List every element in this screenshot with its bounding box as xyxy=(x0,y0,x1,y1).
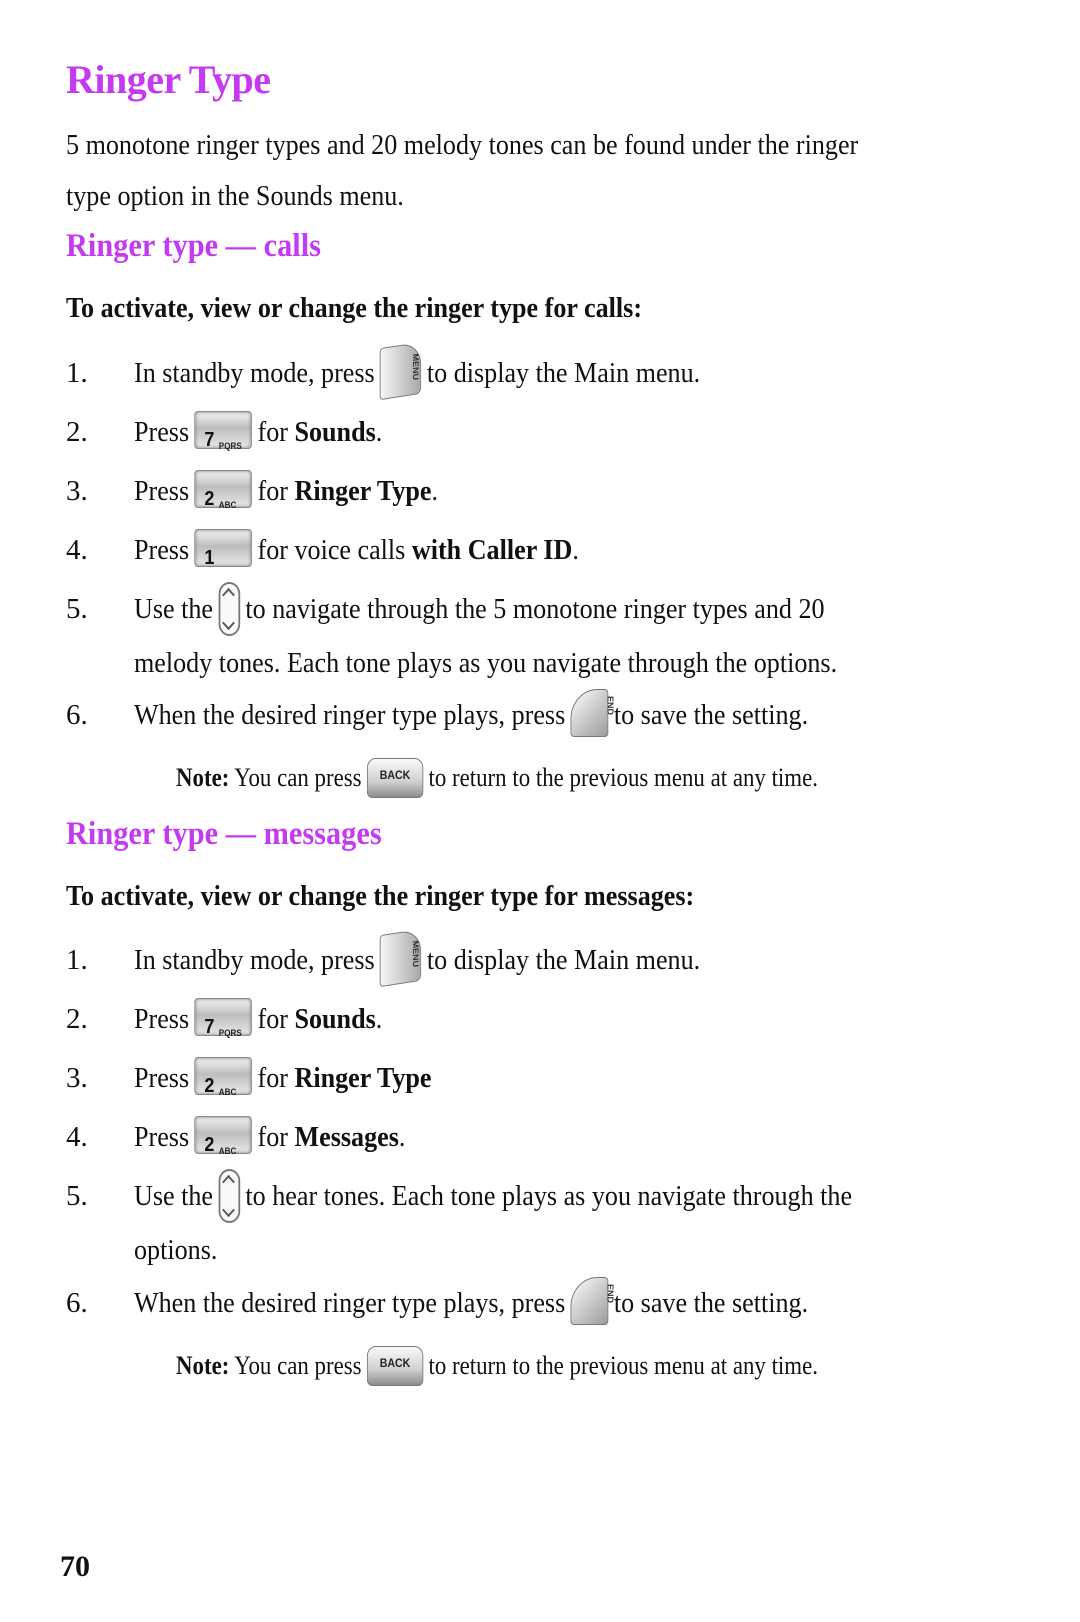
note-text: to return to the previous menu at any ti… xyxy=(428,762,818,792)
step-number: 3. xyxy=(66,1062,88,1094)
note-text: You can press xyxy=(234,1350,362,1380)
step-text: Press xyxy=(134,1003,190,1035)
step-number: 1. xyxy=(66,357,88,389)
step-text: When the desired ringer type plays, pres… xyxy=(134,1287,566,1319)
step-text: In standby mode, press xyxy=(134,944,375,976)
back-key-icon: BACK xyxy=(366,758,424,798)
step-text: Press xyxy=(134,475,190,507)
step-text: melody tones. Each tone plays as you nav… xyxy=(134,647,838,680)
step-number: 2. xyxy=(66,416,88,448)
key-2-icon: 2 ABC xyxy=(194,1057,253,1097)
navigation-key-icon xyxy=(218,582,241,637)
step-text: to navigate through the 5 monotone ringe… xyxy=(245,593,825,625)
menu-option-name: Messages xyxy=(294,1121,399,1153)
key-7-icon: 7 PQRS xyxy=(194,411,253,451)
step-text: Press xyxy=(134,534,190,566)
step-text: Press xyxy=(134,416,190,448)
key-1-icon: 1 xyxy=(194,529,253,569)
step-text: to display the Main menu. xyxy=(426,357,701,389)
navigation-key-icon xyxy=(218,1169,241,1224)
note-text: You can press xyxy=(234,762,362,792)
section-heading-calls: Ringer type — calls xyxy=(66,228,321,264)
step-number: 5. xyxy=(66,593,88,625)
note-text: to return to the previous menu at any ti… xyxy=(428,1350,818,1380)
end-key-icon: END xyxy=(570,1277,615,1326)
step-text: Use the xyxy=(134,1180,214,1212)
note: Note: You can press BACK to return to the … xyxy=(176,1346,818,1388)
step-text: In standby mode, press xyxy=(134,357,375,389)
menu-option-name: Ringer Type xyxy=(294,1062,432,1094)
step-text: When the desired ringer type plays, pres… xyxy=(134,699,566,731)
step-number: 6. xyxy=(66,699,88,731)
note-label: Note: xyxy=(176,762,230,792)
step-number: 6. xyxy=(66,1287,88,1319)
step-text: to display the Main menu. xyxy=(426,944,701,976)
step-number: 5. xyxy=(66,1180,88,1212)
step-text: to hear tones. Each tone plays as you na… xyxy=(245,1180,853,1212)
step-number: 3. xyxy=(66,475,88,507)
menu-key-icon: MENU xyxy=(380,929,422,988)
page-title: Ringer Type xyxy=(66,57,271,102)
menu-option-name: Ringer Type xyxy=(294,475,432,507)
section-lead-messages: To activate, view or change the ringer t… xyxy=(66,880,695,912)
step-text: options. xyxy=(134,1234,218,1267)
menu-option-name: Sounds xyxy=(294,416,376,448)
section-heading-messages: Ringer type — messages xyxy=(66,816,382,852)
step-number: 1. xyxy=(66,944,88,976)
menu-key-icon: MENU xyxy=(380,342,422,401)
step-number: 2. xyxy=(66,1003,88,1035)
intro-paragraph: 5 monotone ringer types and 20 melody to… xyxy=(66,120,1002,222)
intro-line: 5 monotone ringer types and 20 melody to… xyxy=(66,129,859,161)
intro-line: type option in the Sounds menu. xyxy=(66,180,404,212)
end-key-icon: END xyxy=(570,689,615,738)
note-label: Note: xyxy=(176,1350,230,1380)
step-number: 4. xyxy=(66,1121,88,1153)
menu-option-name: with Caller ID xyxy=(411,534,573,566)
step-text: to save the setting. xyxy=(613,699,809,731)
back-key-icon: BACK xyxy=(366,1346,424,1386)
step-text: to save the setting. xyxy=(613,1287,809,1319)
note: Note: You can press BACK to return to the … xyxy=(176,758,818,800)
step-text: Use the xyxy=(134,593,214,625)
step-number: 4. xyxy=(66,534,88,566)
step-text: Press xyxy=(134,1062,190,1094)
step-text: Press xyxy=(134,1121,190,1153)
section-lead-calls: To activate, view or change the ringer t… xyxy=(66,292,643,324)
page-number: 70 xyxy=(60,1550,90,1583)
key-2-icon: 2 ABC xyxy=(194,470,253,510)
menu-option-name: Sounds xyxy=(294,1003,376,1035)
key-7-icon: 7 PQRS xyxy=(194,998,253,1038)
key-2-icon: 2 ABC xyxy=(194,1116,253,1156)
